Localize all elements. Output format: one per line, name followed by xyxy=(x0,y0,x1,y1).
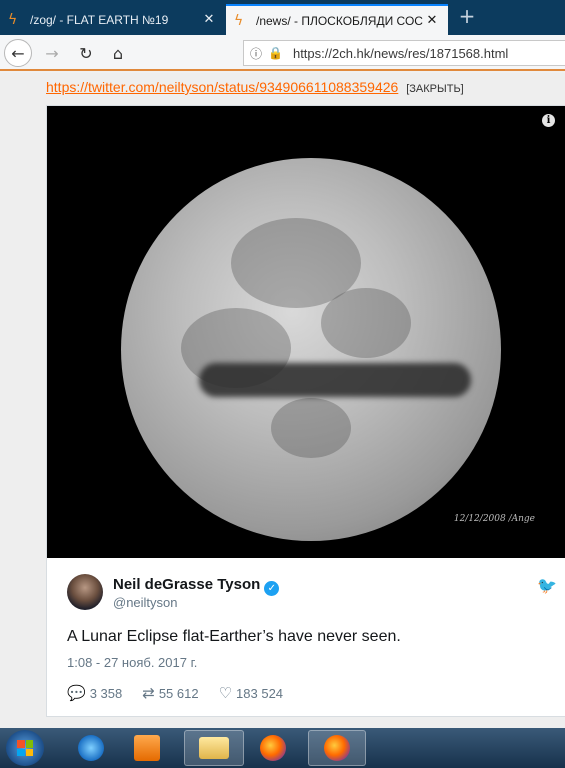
forward-button[interactable]: → xyxy=(38,39,66,67)
like-button[interactable]: ♡ 183 524 xyxy=(219,684,283,702)
close-tab-icon[interactable]: ✕ xyxy=(424,13,440,28)
navigation-bar: ← → ↻ ⌂ ⓘ 🔒 https://2ch.hk/news/res/1871… xyxy=(0,35,565,71)
lock-icon[interactable]: 🔒 xyxy=(268,46,283,60)
retweet-button[interactable]: ⇄ 55 612 xyxy=(142,684,198,702)
tweet-timestamp[interactable]: 1:08 - 27 нояб. 2017 г. xyxy=(67,655,197,670)
like-count: 183 524 xyxy=(236,685,284,701)
firefox-icon xyxy=(324,735,350,761)
twitter-bird-icon[interactable]: 🐦 xyxy=(537,576,557,595)
reply-count: 3 358 xyxy=(89,685,123,701)
close-embed-button[interactable]: [ЗАКРЫТЬ] xyxy=(406,83,464,95)
heart-icon: ♡ xyxy=(218,684,233,702)
moon-image xyxy=(121,158,501,541)
taskbar-internet-explorer[interactable] xyxy=(66,730,116,766)
author-handle[interactable]: @neiltyson xyxy=(113,595,178,610)
new-tab-button[interactable]: + xyxy=(456,4,478,30)
tab-title: /zog/ - FLAT EARTH №19 xyxy=(30,12,169,27)
photo-signature: 12/12/2008 /Ange xyxy=(453,514,535,524)
retweet-count: 55 612 xyxy=(158,685,199,701)
shadow-band xyxy=(199,363,471,397)
lightning-icon: ϟ xyxy=(234,12,244,29)
verified-icon: ✓ xyxy=(264,581,280,596)
tab-title: /news/ - ПЛОСКОБЛЯДИ СОС xyxy=(256,13,423,28)
author-name-text[interactable]: Neil deGrasse Tyson xyxy=(113,576,260,593)
moon-maria xyxy=(321,288,411,358)
retweet-icon: ⇄ xyxy=(142,684,155,702)
embedded-tweet: i 12/12/2008 /Ange Neil deGrasse Tyson ✓ … xyxy=(46,105,565,717)
taskbar-media-player[interactable] xyxy=(122,730,172,766)
info-icon[interactable]: i xyxy=(542,114,555,127)
address-bar[interactable]: ⓘ 🔒 https://2ch.hk/news/res/1871568.html xyxy=(243,40,565,66)
avatar[interactable] xyxy=(67,574,103,610)
author-name[interactable]: Neil deGrasse Tyson ✓ xyxy=(113,576,280,596)
moon-maria xyxy=(271,398,351,458)
url-text[interactable]: https://2ch.hk/news/res/1871568.html xyxy=(293,46,508,61)
folder-icon xyxy=(199,737,229,759)
tab-bar: ϟ /zog/ - FLAT EARTH №19 ✕ ϟ /news/ - ПЛ… xyxy=(0,0,565,35)
page-content: https://twitter.com/neiltyson/status/934… xyxy=(0,73,565,728)
home-button[interactable]: ⌂ xyxy=(104,39,132,67)
taskbar xyxy=(0,728,565,768)
reload-button[interactable]: ↻ xyxy=(72,39,100,67)
reply-button[interactable]: 💬 3 358 xyxy=(67,684,122,702)
close-tab-icon[interactable]: ✕ xyxy=(201,12,217,27)
taskbar-firefox[interactable] xyxy=(248,730,298,766)
reply-icon: 💬 xyxy=(67,684,86,702)
tweet-text: A Lunar Eclipse flat-Earther’s have neve… xyxy=(67,628,401,645)
internet-explorer-icon xyxy=(78,735,104,761)
start-button[interactable] xyxy=(6,730,44,766)
windows-logo-icon xyxy=(17,740,33,756)
post-link-row: https://twitter.com/neiltyson/status/934… xyxy=(46,79,464,95)
lightning-icon: ϟ xyxy=(8,11,18,28)
tweet-photo[interactable]: i 12/12/2008 /Ange xyxy=(47,106,565,558)
info-icon[interactable]: ⓘ xyxy=(250,45,262,62)
twitter-link[interactable]: https://twitter.com/neiltyson/status/934… xyxy=(46,79,398,95)
tweet-author: Neil deGrasse Tyson ✓ @neiltyson 🐦 xyxy=(67,572,557,614)
tweet-actions: 💬 3 358 ⇄ 55 612 ♡ 183 524 xyxy=(67,684,303,702)
taskbar-firefox-active[interactable] xyxy=(308,730,366,766)
media-player-icon xyxy=(134,735,160,761)
tab-news[interactable]: ϟ /news/ - ПЛОСКОБЛЯДИ СОС ✕ xyxy=(226,4,448,35)
firefox-icon xyxy=(260,735,286,761)
tab-flat-earth[interactable]: ϟ /zog/ - FLAT EARTH №19 ✕ xyxy=(0,4,225,35)
taskbar-explorer[interactable] xyxy=(184,730,244,766)
back-button[interactable]: ← xyxy=(4,39,32,67)
